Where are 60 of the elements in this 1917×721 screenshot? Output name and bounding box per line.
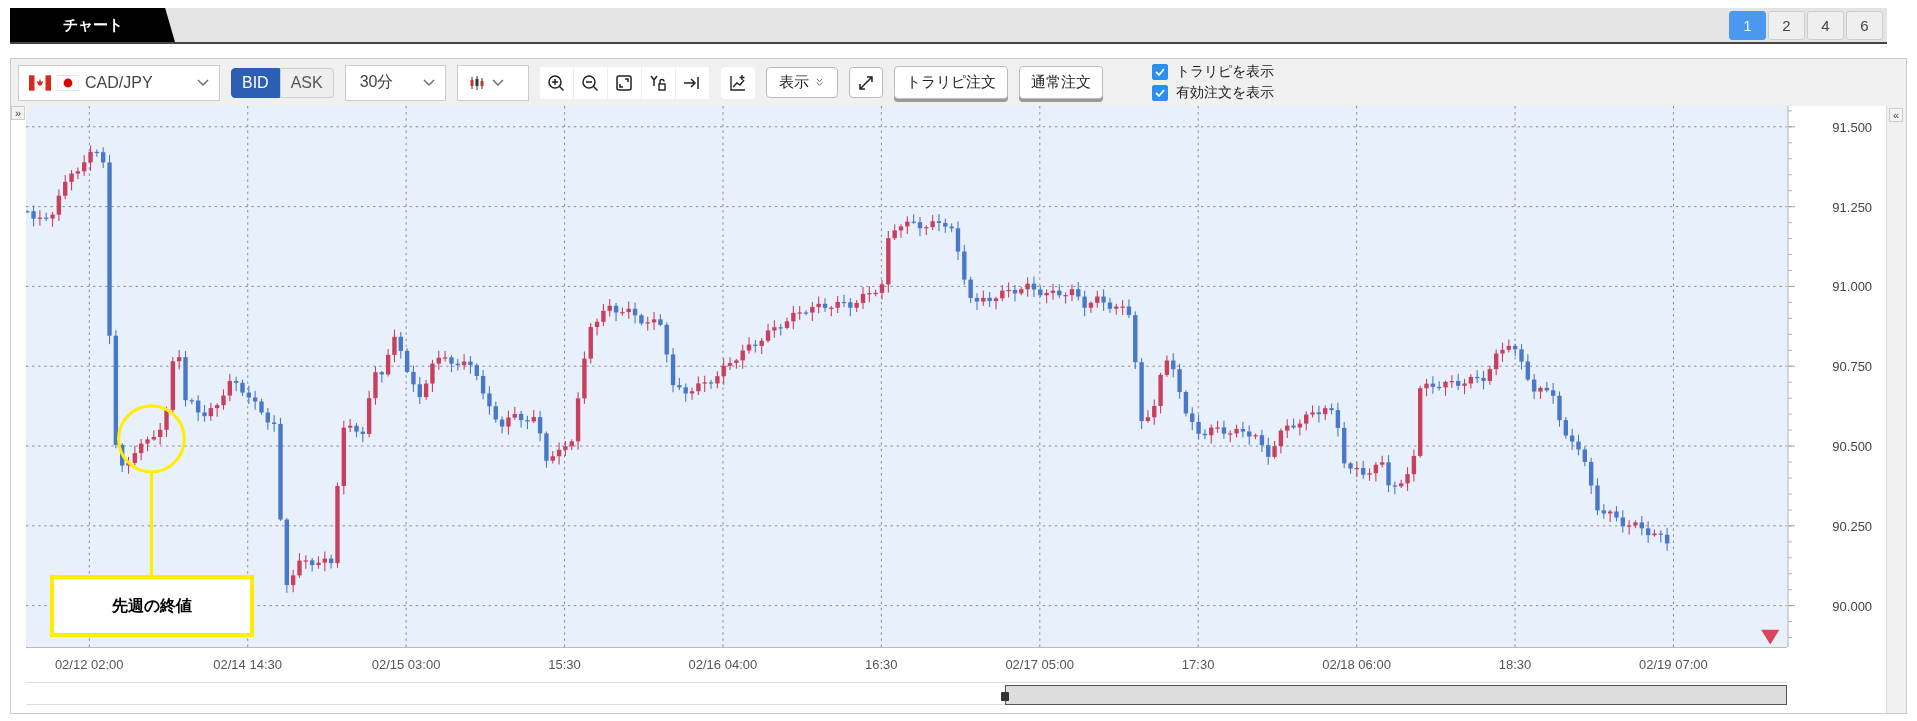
range-handle[interactable] bbox=[1000, 692, 1009, 701]
expand-icon bbox=[856, 73, 875, 92]
chevron-down-icon bbox=[197, 78, 209, 87]
price-label: 91.500 bbox=[1832, 119, 1873, 135]
order-button[interactable]: トラリピ注文 bbox=[893, 66, 1008, 99]
chart-tab[interactable]: チャート bbox=[10, 8, 175, 42]
display-menu-button[interactable]: 表示 bbox=[765, 67, 838, 98]
check-icon bbox=[1153, 66, 1166, 78]
zoom-out-icon bbox=[581, 73, 600, 92]
time-label: 02/17 05:00 bbox=[1005, 657, 1075, 672]
timeframe-select[interactable]: 30分 bbox=[344, 64, 446, 101]
time-label: 16:30 bbox=[865, 657, 898, 672]
callout-label: 先週の終値 bbox=[49, 575, 254, 637]
time-label: 18:30 bbox=[1498, 657, 1532, 672]
checkbox[interactable] bbox=[1151, 85, 1168, 101]
price-label: 90.500 bbox=[1832, 438, 1873, 454]
collapse-left-button[interactable]: » bbox=[11, 106, 25, 120]
zoom-in-icon bbox=[547, 73, 566, 92]
price-label: 90.000 bbox=[1832, 598, 1873, 614]
layout-button[interactable]: 2 bbox=[1768, 10, 1805, 40]
double-chevron-icon bbox=[815, 78, 825, 87]
layout-button[interactable]: 4 bbox=[1807, 10, 1844, 40]
price-label: 90.250 bbox=[1832, 518, 1873, 534]
time-label: 02/19 07:00 bbox=[1639, 657, 1708, 672]
navigator-range[interactable] bbox=[1004, 685, 1787, 705]
display-checkbox[interactable]: トラリピを表示 bbox=[1151, 63, 1274, 81]
time-label: 02/14 14:30 bbox=[213, 657, 282, 672]
price-label: 91.250 bbox=[1832, 199, 1873, 215]
zoom-in-button[interactable] bbox=[539, 66, 574, 99]
price-marker-icon bbox=[1761, 629, 1780, 645]
chevron-down-icon bbox=[491, 78, 504, 87]
time-label: 02/15 03:00 bbox=[371, 657, 441, 672]
check-icon bbox=[1153, 87, 1166, 99]
y-lock-icon bbox=[649, 73, 668, 92]
chart-type-select[interactable] bbox=[456, 64, 529, 101]
expand-button[interactable] bbox=[848, 67, 883, 98]
price-side-button[interactable]: BID bbox=[231, 67, 280, 98]
canada-flag-icon bbox=[29, 74, 51, 91]
price-label: 91.000 bbox=[1832, 278, 1873, 294]
order-button[interactable]: 通常注文 bbox=[1018, 66, 1103, 99]
fit-screen-icon bbox=[615, 73, 634, 92]
checkbox-label: 有効注文を表示 bbox=[1175, 84, 1274, 102]
chart-plus-icon bbox=[728, 73, 747, 92]
checkbox[interactable] bbox=[1151, 64, 1168, 80]
highlight-circle bbox=[116, 404, 186, 474]
checkbox-label: トラリピを表示 bbox=[1175, 63, 1274, 81]
collapse-right-button[interactable]: « bbox=[1889, 108, 1904, 122]
price-label: 90.750 bbox=[1832, 358, 1873, 374]
time-label: 02/12 02:00 bbox=[54, 657, 124, 672]
price-side-button[interactable]: ASK bbox=[279, 67, 334, 98]
japan-flag-icon bbox=[57, 74, 79, 91]
chevron-down-icon bbox=[422, 78, 435, 87]
layout-button[interactable]: 6 bbox=[1846, 10, 1883, 40]
time-label: 17:30 bbox=[1181, 657, 1215, 672]
display-checkbox[interactable]: 有効注文を表示 bbox=[1151, 84, 1274, 102]
time-label: 02/18 06:00 bbox=[1322, 657, 1391, 672]
time-label: 02/16 04:00 bbox=[688, 657, 758, 672]
currency-pair-select[interactable]: CAD/JPY bbox=[18, 64, 220, 101]
add-indicator-button[interactable] bbox=[720, 66, 755, 99]
time-label: 15:30 bbox=[548, 657, 581, 672]
